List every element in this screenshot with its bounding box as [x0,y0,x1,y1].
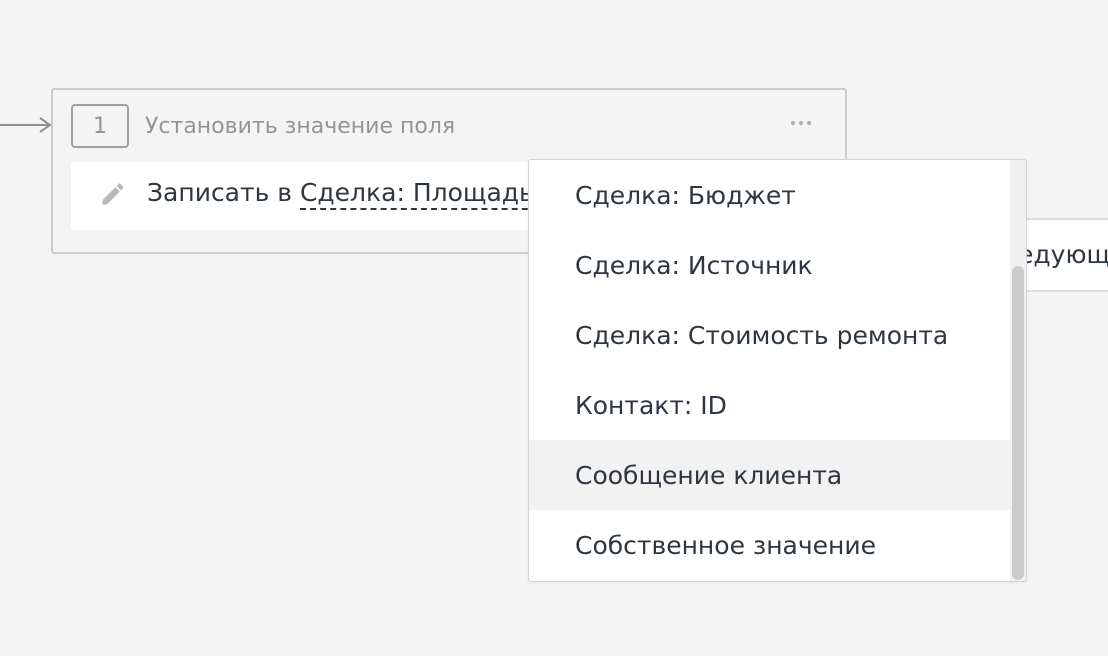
action-text: Записать в Сделка: Площадь н [147,178,559,210]
dropdown-scrollbar[interactable] [1010,160,1026,581]
next-step-label: едующ [1018,240,1108,269]
more-options-button[interactable] [781,108,821,138]
scrollbar-thumb[interactable] [1012,266,1024,580]
dropdown-item-contact-id[interactable]: Контакт: ID [529,370,1010,440]
dropdown-item-deal-source[interactable]: Сделка: Источник [529,230,1010,300]
dropdown-list: Сделка: Бюджет Сделка: Источник Сделка: … [529,160,1010,580]
field-dropdown[interactable]: Сделка: Бюджет Сделка: Источник Сделка: … [528,159,1027,582]
more-horizontal-icon [799,121,803,125]
step-title: Установить значение поля [145,114,456,139]
field-select-link[interactable]: Сделка: Площадь н [299,178,559,210]
step-number-badge: 1 [71,104,129,148]
connector-arrow-icon [39,117,52,133]
dropdown-item-deal-budget[interactable]: Сделка: Бюджет [529,160,1010,230]
action-prefix: Записать в [147,178,300,207]
more-horizontal-icon [791,121,795,125]
more-horizontal-icon [807,121,811,125]
dropdown-item-custom-value[interactable]: Собственное значение [529,510,1010,580]
pencil-icon[interactable] [99,180,127,208]
dropdown-item-deal-renovation-cost[interactable]: Сделка: Стоимость ремонта [529,300,1010,370]
dropdown-item-client-message[interactable]: Сообщение клиента [529,440,1010,510]
